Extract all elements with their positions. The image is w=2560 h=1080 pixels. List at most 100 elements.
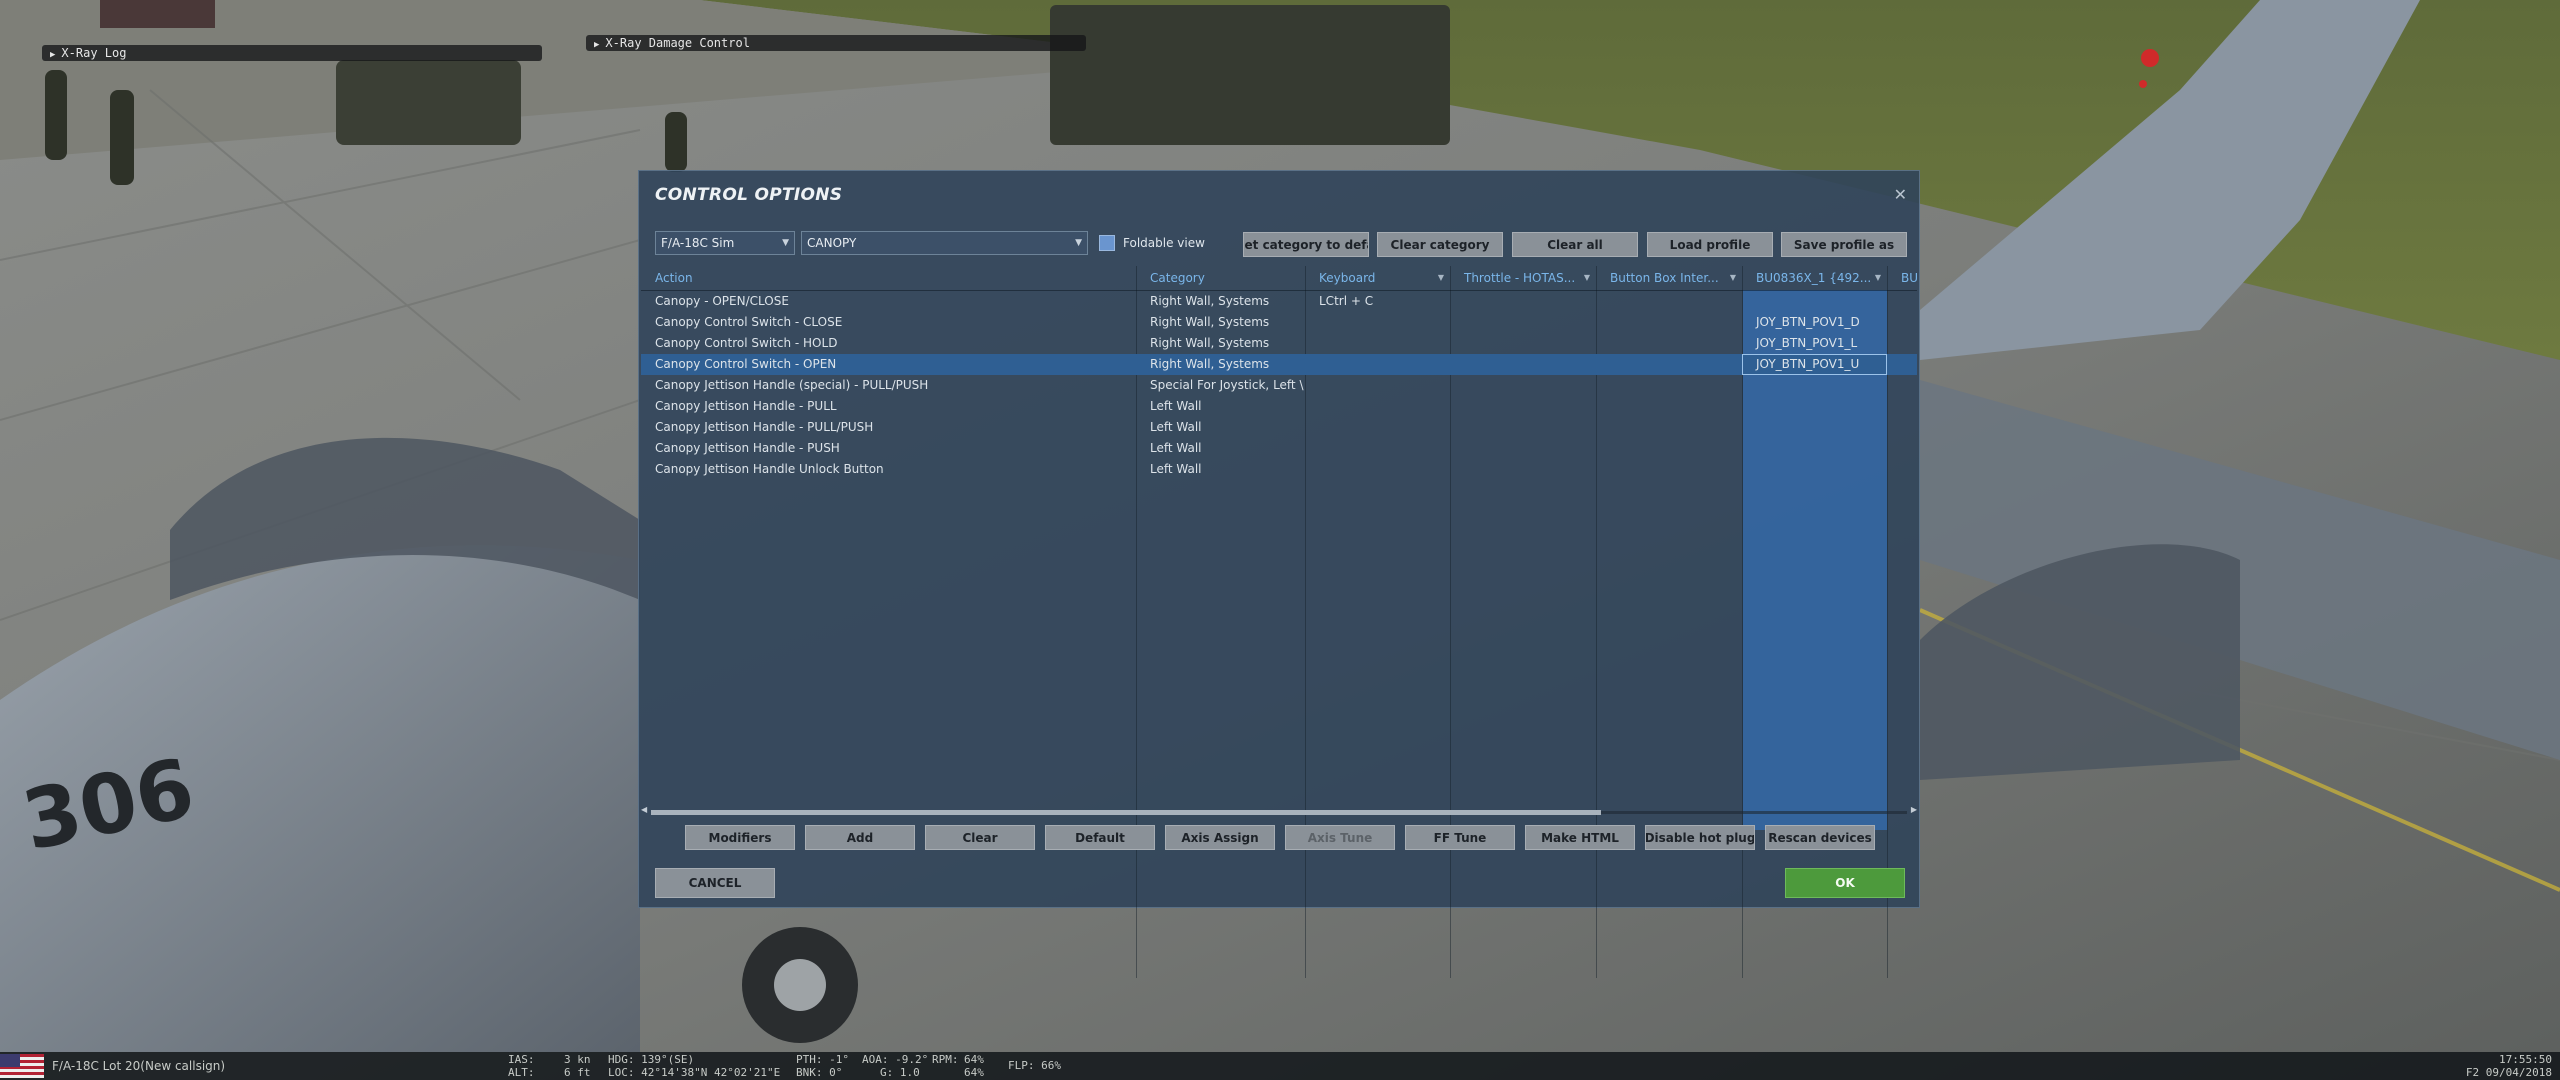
chevron-down-icon[interactable]: ▼ (1584, 266, 1590, 290)
cell-category[interactable]: Left Wall (1136, 459, 1305, 480)
xray-damage-control-bar[interactable]: ▶ X-Ray Damage Control (586, 35, 1086, 51)
cell-bu0836x[interactable] (1742, 459, 1887, 480)
cell-category[interactable]: Left Wall (1136, 396, 1305, 417)
rescan-devices-button[interactable]: Rescan devices (1765, 825, 1875, 850)
cell-action[interactable]: Canopy Jettison Handle - PULL/PUSH (641, 417, 1136, 438)
table-row[interactable]: Canopy Jettison Handle Unlock Button Left… (641, 459, 1917, 480)
aircraft-select-value: F/A-18C Sim (661, 236, 735, 250)
chevron-down-icon[interactable]: ▼ (1875, 266, 1881, 290)
date-readout: F2 09/04/2018 (2465, 1066, 2552, 1079)
cell-category[interactable]: Left Wall (1136, 438, 1305, 459)
cell-keyboard[interactable] (1305, 333, 1450, 354)
scroll-left-arrow-icon[interactable]: ◀ (641, 805, 647, 814)
aircraft-select[interactable]: F/A-18C Sim ▼ (655, 231, 795, 255)
table-row[interactable]: Canopy Control Switch - OPEN Right Wall, … (641, 354, 1917, 375)
column-header-throttle-hotas[interactable]: Throttle - HOTAS... ▼ (1450, 266, 1596, 290)
chevron-down-icon[interactable]: ▼ (1438, 266, 1444, 290)
xray-log-label: X-Ray Log (61, 46, 127, 60)
close-icon[interactable]: ✕ (1894, 185, 1907, 204)
cancel-button[interactable]: CANCEL (655, 868, 775, 898)
rpm-label: RPM: (932, 1053, 959, 1066)
alt-label: ALT: (508, 1066, 535, 1079)
cell-category[interactable]: Right Wall, Systems (1136, 291, 1305, 312)
control-options-dialog: CONTROL OPTIONS ✕ F/A-18C Sim ▼ CANOPY ▼… (638, 170, 1920, 978)
cell-action[interactable]: Canopy - OPEN/CLOSE (641, 291, 1136, 312)
load-profile-button[interactable]: Load profile (1647, 232, 1773, 257)
chevron-down-icon[interactable]: ▼ (1730, 266, 1736, 290)
cell-keyboard[interactable]: LCtrl + C (1305, 291, 1450, 312)
cell-keyboard[interactable] (1305, 438, 1450, 459)
ff-tune-button[interactable]: FF Tune (1405, 825, 1515, 850)
cell-keyboard[interactable] (1305, 417, 1450, 438)
table-row[interactable]: Canopy Jettison Handle - PUSH Left Wall (641, 438, 1917, 459)
cell-action[interactable]: Canopy Jettison Handle - PULL (641, 396, 1136, 417)
default-button[interactable]: Default (1045, 825, 1155, 850)
save-profile-as-button[interactable]: Save profile as (1781, 232, 1907, 257)
cell-keyboard[interactable] (1305, 375, 1450, 396)
category-select[interactable]: CANOPY ▼ (801, 231, 1088, 255)
cell-action[interactable]: Canopy Control Switch - CLOSE (641, 312, 1136, 333)
column-header-button-box[interactable]: Button Box Inter... ▼ (1596, 266, 1742, 290)
status-hud-bar: F/A-18C Lot 20(New callsign) IAS: 3 kn A… (0, 1052, 2560, 1080)
chevron-down-icon: ▼ (1075, 238, 1082, 248)
make-html-button[interactable]: Make HTML (1525, 825, 1635, 850)
ias-value: 3 kn (564, 1053, 591, 1066)
xray-damage-control-label: X-Ray Damage Control (605, 36, 750, 50)
table-row[interactable]: Canopy Control Switch - CLOSE Right Wall,… (641, 312, 1917, 333)
foldable-view-checkbox[interactable] (1099, 235, 1115, 251)
cell-bu0836x[interactable] (1742, 438, 1887, 459)
table-row[interactable]: Canopy Jettison Handle - PULL/PUSH Left W… (641, 417, 1917, 438)
cell-bu0836x[interactable] (1742, 375, 1887, 396)
ok-button[interactable]: OK (1785, 868, 1905, 898)
column-header-action[interactable]: Action (641, 266, 1136, 290)
clear-all-button[interactable]: Clear all (1512, 232, 1638, 257)
modifiers-button[interactable]: Modifiers (685, 825, 795, 850)
cell-category[interactable]: Right Wall, Systems (1136, 333, 1305, 354)
cell-keyboard[interactable] (1305, 459, 1450, 480)
xray-log-bar[interactable]: ▶ X-Ray Log (42, 45, 542, 61)
clear-category-button[interactable]: Clear category (1377, 232, 1503, 257)
cell-category[interactable]: Right Wall, Systems (1136, 354, 1305, 375)
cell-bu0836x[interactable] (1742, 417, 1887, 438)
column-header-bu-partial[interactable]: BU (1887, 266, 1917, 290)
cell-action[interactable]: Canopy Jettison Handle - PUSH (641, 438, 1136, 459)
disable-hot-plug-button[interactable]: Disable hot plug (1645, 825, 1755, 850)
clear-button[interactable]: Clear (925, 825, 1035, 850)
aoa-readout: AOA: -9.2° (862, 1053, 929, 1066)
unit-name: F/A-18C Lot 20(New callsign) (52, 1059, 226, 1073)
cell-keyboard[interactable] (1305, 354, 1450, 375)
column-header-category[interactable]: Category (1136, 266, 1305, 290)
cell-action[interactable]: Canopy Control Switch - OPEN (641, 354, 1136, 375)
add-button[interactable]: Add (805, 825, 915, 850)
foldable-view-toggle[interactable]: Foldable view (1099, 234, 1205, 252)
chevron-down-icon: ▼ (782, 238, 789, 248)
cell-keyboard[interactable] (1305, 312, 1450, 333)
table-row[interactable]: Canopy - OPEN/CLOSE Right Wall, Systems LC… (641, 291, 1917, 312)
alt-value: 6 ft (564, 1066, 591, 1079)
scrollbar-thumb[interactable] (651, 810, 1601, 815)
table-row[interactable]: Canopy Jettison Handle - PULL Left Wall (641, 396, 1917, 417)
cell-category[interactable]: Left Wall (1136, 417, 1305, 438)
horizontal-scrollbar[interactable]: ◀ ▶ (641, 805, 1917, 816)
cell-bu0836x[interactable]: JOY_BTN_POV1_D (1742, 312, 1887, 333)
table-row[interactable]: Canopy Control Switch - HOLD Right Wall, … (641, 333, 1917, 354)
axis-assign-button[interactable]: Axis Assign (1165, 825, 1275, 850)
axis-tune-button[interactable]: Axis Tune (1285, 825, 1395, 850)
cell-category[interactable]: Right Wall, Systems (1136, 312, 1305, 333)
cell-bu0836x[interactable] (1742, 396, 1887, 417)
cell-action[interactable]: Canopy Jettison Handle (special) - PULL/… (641, 375, 1136, 396)
column-header-bu0836x[interactable]: BU0836X_1 {492... ▼ (1742, 266, 1887, 290)
table-row[interactable]: Canopy Jettison Handle (special) - PULL/… (641, 375, 1917, 396)
cell-bu0836x[interactable]: JOY_BTN_POV1_L (1742, 333, 1887, 354)
scroll-right-arrow-icon[interactable]: ▶ (1911, 805, 1917, 814)
cell-keyboard[interactable] (1305, 396, 1450, 417)
reset-category-default-button[interactable]: set category to defa (1243, 232, 1369, 257)
cell-category[interactable]: Special For Joystick, Left \ (1136, 375, 1305, 396)
cell-bu0836x[interactable] (1742, 291, 1887, 312)
cell-action[interactable]: Canopy Jettison Handle Unlock Button (641, 459, 1136, 480)
g-readout: G: 1.0 (880, 1066, 920, 1079)
bindings-table: Action Category Keyboard ▼ Throttle - HOT… (641, 266, 1917, 978)
cell-bu0836x[interactable]: JOY_BTN_POV1_U (1742, 354, 1887, 375)
cell-action[interactable]: Canopy Control Switch - HOLD (641, 333, 1136, 354)
column-header-keyboard[interactable]: Keyboard ▼ (1305, 266, 1450, 290)
